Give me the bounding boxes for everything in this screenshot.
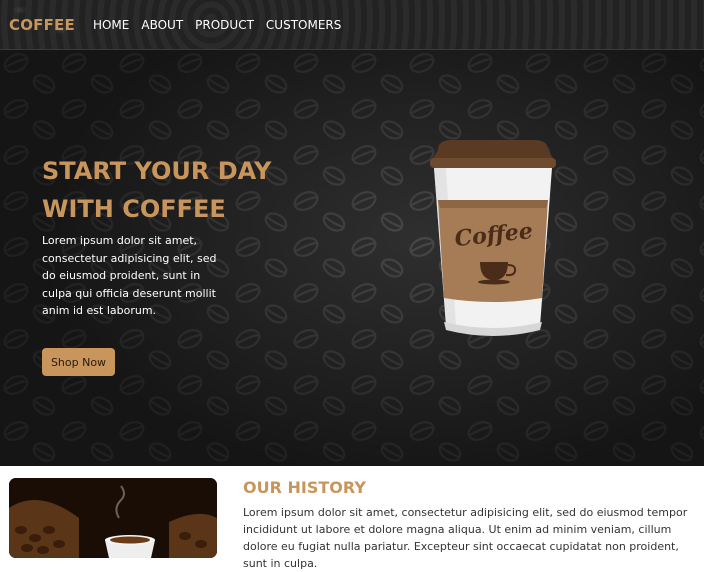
nav-customers[interactable]: CUSTOMERS xyxy=(266,18,341,32)
shop-now-button[interactable]: Shop Now xyxy=(42,348,115,376)
site-header: COFFEE HOME ABOUT PRODUCT CUSTOMERS xyxy=(0,0,704,50)
nav-home[interactable]: HOME xyxy=(93,18,129,32)
main-nav: HOME ABOUT PRODUCT CUSTOMERS xyxy=(93,18,353,32)
hero-title: START YOUR DAY WITH COFFEE xyxy=(42,152,322,228)
coffee-beans-photo xyxy=(9,478,217,558)
hero-section: START YOUR DAY WITH COFFEE Lorem ipsum d… xyxy=(0,50,704,466)
coffee-cup-image: Coffee xyxy=(430,140,556,336)
nav-product[interactable]: PRODUCT xyxy=(195,18,254,32)
brand-logo[interactable]: COFFEE xyxy=(9,16,75,34)
about-section: OUR HISTORY Lorem ipsum dolor sit amet, … xyxy=(0,466,704,570)
hero-description: Lorem ipsum dolor sit amet, consectetur … xyxy=(42,234,217,317)
hero-title-line1: START YOUR DAY xyxy=(42,157,272,185)
about-title: OUR HISTORY xyxy=(243,478,366,497)
about-description: Lorem ipsum dolor sit amet, consectetur … xyxy=(243,506,688,570)
nav-about[interactable]: ABOUT xyxy=(141,18,183,32)
hero-title-line2: WITH COFFEE xyxy=(42,195,226,223)
